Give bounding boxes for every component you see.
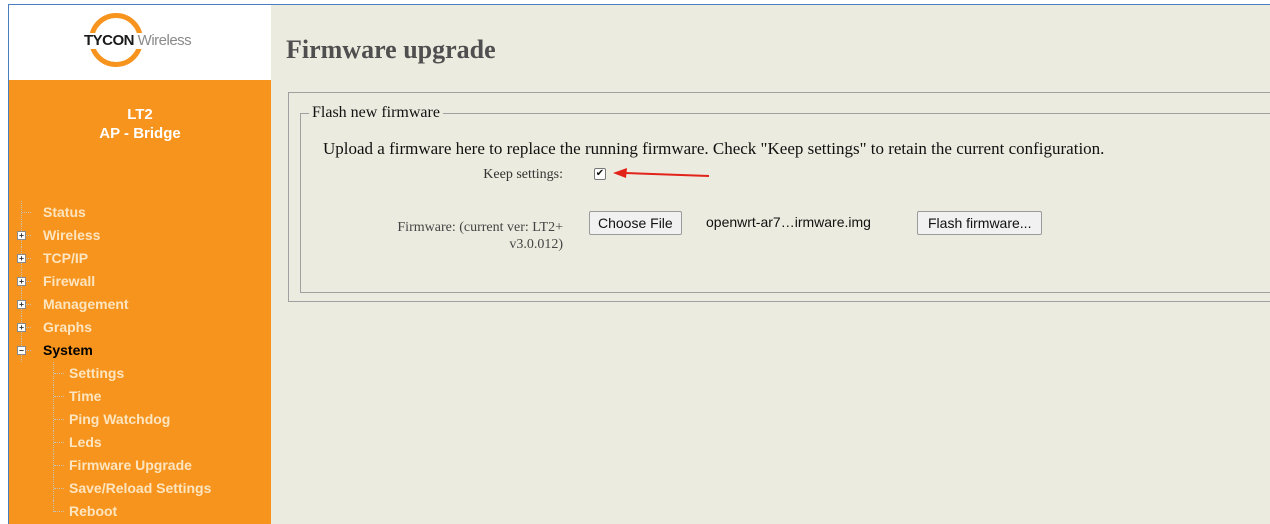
nav-label[interactable]: TCP/IP [43,247,88,270]
device-model: LT2 [127,106,153,123]
nav-subitem-reboot[interactable]: Reboot [9,500,271,523]
nav-item-system[interactable]: − System [9,339,271,362]
expand-icon[interactable]: + [17,277,26,286]
device-mode: AP - Bridge [99,125,181,142]
nav-subitem-firmware-upgrade[interactable]: Firmware Upgrade [9,454,271,477]
keep-settings-label: Keep settings: [483,167,563,182]
nav-label[interactable]: System [43,339,93,362]
nav-item-management[interactable]: + Management [9,293,271,316]
expand-icon[interactable]: + [17,323,26,332]
firmware-label-line2: v3.0.012) [509,237,563,252]
device-info: LT2 AP - Bridge [9,105,271,143]
expand-icon[interactable]: + [17,231,26,240]
nav-subitem-leds[interactable]: Leds [9,431,271,454]
tycon-logo: TYCON Wireless [69,11,219,73]
selected-file-name: openwrt-ar7…irmware.img [706,214,871,230]
nav-sublabel[interactable]: Leds [69,431,102,454]
nav-label[interactable]: Management [43,293,129,316]
nav-subitem-save-reload-settings[interactable]: Save/Reload Settings [9,477,271,500]
system-submenu: Settings Time Ping Watchdog Leds Firmwar… [9,362,271,523]
nav-subitem-settings[interactable]: Settings [9,362,271,385]
logo-brand-text: TYCON [84,32,135,49]
logo-area: TYCON Wireless [9,5,271,80]
sidebar: TYCON Wireless LT2 AP - Bridge Status + … [9,5,271,524]
nav-item-graphs[interactable]: + Graphs [9,316,271,339]
upload-description: Upload a firmware here to replace the ru… [323,139,1105,158]
nav-subitem-ping-watchdog[interactable]: Ping Watchdog [9,408,271,431]
nav-item-firewall[interactable]: + Firewall [9,270,271,293]
choose-file-button[interactable]: Choose File [589,211,682,235]
nav-label[interactable]: Firewall [43,270,95,293]
page-title: Firmware upgrade [286,35,496,64]
flash-firmware-button[interactable]: Flash firmware... [917,211,1043,235]
nav-sublabel[interactable]: Settings [69,362,124,385]
collapse-icon[interactable]: − [17,346,26,355]
logo-sub-text: Wireless [137,32,192,49]
nav-item-wireless[interactable]: + Wireless [9,224,271,247]
nav-label[interactable]: Wireless [43,224,100,247]
fieldset-legend: Flash new firmware [309,103,443,123]
nav-sublabel[interactable]: Ping Watchdog [69,408,170,431]
nav-item-status[interactable]: Status [9,201,271,224]
firmware-label: Firmware: (current ver: LT2+ v3.0.012) [331,219,563,253]
red-arrow-annotation [613,168,710,178]
nav-tree: Status + Wireless + TCP/IP + Firewall + … [9,201,271,523]
nav-sublabel[interactable]: Firmware Upgrade [69,454,192,477]
nav-label[interactable]: Graphs [43,316,92,339]
nav-item-tcpip[interactable]: + TCP/IP [9,247,271,270]
nav-subitem-time[interactable]: Time [9,385,271,408]
main-content: Firmware upgrade Flash new firmware Uplo… [271,5,1270,524]
expand-icon[interactable]: + [17,254,26,263]
firmware-label-line1: Firmware: (current ver: LT2+ [397,220,563,235]
nav-sublabel[interactable]: Time [69,385,101,408]
expand-icon[interactable]: + [17,300,26,309]
keep-settings-checkbox[interactable]: ✔ [594,168,606,180]
app-window: TYCON Wireless LT2 AP - Bridge Status + … [8,4,1270,524]
nav-sublabel[interactable]: Reboot [69,500,117,523]
nav-sublabel[interactable]: Save/Reload Settings [69,477,211,500]
nav-label[interactable]: Status [43,201,86,224]
